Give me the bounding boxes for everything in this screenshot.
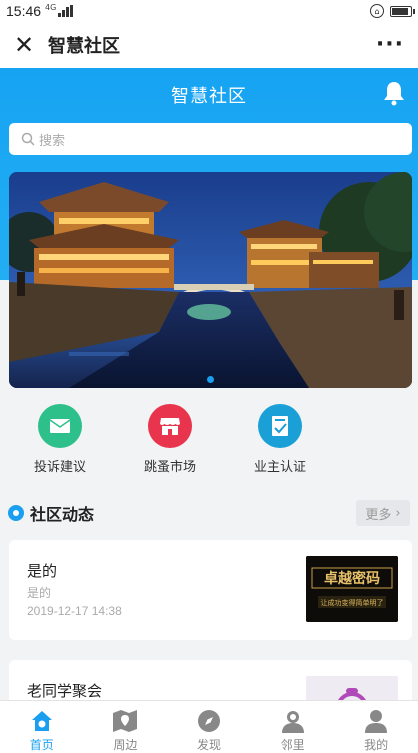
neighbors-icon bbox=[281, 711, 304, 733]
quick-action-label: 投诉建议 bbox=[33, 460, 86, 475]
tab-nearby[interactable]: 周边 bbox=[84, 701, 168, 753]
quick-action-flea-market[interactable]: 跳蚤市场 bbox=[120, 404, 220, 484]
tab-home[interactable]: 首页 bbox=[0, 701, 84, 753]
tab-label: 首页 bbox=[29, 738, 54, 752]
more-button[interactable]: 更多 › bbox=[356, 500, 410, 526]
quick-actions: 投诉建议 跳蚤市场 业主认证 bbox=[0, 404, 418, 484]
map-icon bbox=[113, 710, 138, 732]
chevron-right-icon: › bbox=[395, 505, 401, 521]
quick-action-owner-verify[interactable]: 业主认证 bbox=[230, 404, 330, 484]
tab-label: 邻里 bbox=[280, 738, 305, 752]
tab-neighbors[interactable]: 邻里 bbox=[251, 701, 335, 753]
title-bar: ✕ 智慧社区 ··· bbox=[0, 22, 418, 68]
banner-image bbox=[9, 172, 412, 388]
section-title: 社区动态 bbox=[30, 505, 95, 524]
header-title: 智慧社区 bbox=[171, 86, 247, 107]
signal-icon bbox=[58, 5, 74, 17]
status-bar: 15:46 4G ⌂ bbox=[0, 0, 418, 22]
more-button-label: 更多 bbox=[365, 507, 392, 523]
tab-bar: 首页 周边 发现 邻里 我的 bbox=[0, 700, 418, 753]
search-icon bbox=[21, 132, 35, 146]
quick-action-complaints[interactable]: 投诉建议 bbox=[10, 404, 110, 484]
tab-discover[interactable]: 发现 bbox=[167, 701, 251, 753]
more-dots-icon[interactable]: ··· bbox=[376, 34, 404, 56]
section-header: 社区动态 更多 › bbox=[0, 494, 418, 532]
thumb-title: 卓越密码 bbox=[324, 570, 380, 587]
certificate-icon bbox=[258, 404, 302, 448]
user-icon bbox=[365, 710, 388, 733]
home-icon bbox=[31, 711, 52, 731]
feed-summary: 是的 bbox=[27, 586, 52, 600]
quick-action-label: 业主认证 bbox=[253, 460, 306, 475]
alarm-icon: ⌂ bbox=[370, 4, 384, 18]
close-icon[interactable]: ✕ bbox=[14, 33, 36, 57]
feed-card[interactable]: 是的 是的 2019-12-17 14:38 卓越密码 让成功变得简单明了 bbox=[9, 540, 412, 640]
tab-label: 我的 bbox=[364, 738, 389, 752]
network-type: 4G bbox=[45, 2, 57, 12]
feed-thumbnail: 卓越密码 让成功变得简单明了 bbox=[306, 556, 398, 622]
carousel-dot[interactable] bbox=[207, 376, 214, 383]
compass-icon bbox=[197, 710, 220, 732]
feed-title: 是的 bbox=[27, 562, 58, 580]
feed-date: 2019-12-17 14:38 bbox=[27, 604, 122, 618]
shop-icon bbox=[148, 404, 192, 448]
search-placeholder: 搜索 bbox=[39, 133, 66, 149]
location-pin-icon bbox=[8, 505, 24, 521]
mail-icon bbox=[38, 404, 82, 448]
tab-mine[interactable]: 我的 bbox=[334, 701, 418, 753]
search-input[interactable]: 搜索 bbox=[9, 123, 412, 155]
quick-action-label: 跳蚤市场 bbox=[143, 460, 196, 475]
tab-label: 发现 bbox=[196, 738, 221, 752]
tab-label: 周边 bbox=[113, 738, 138, 752]
feed-title: 老同学聚会 bbox=[27, 682, 103, 700]
page-title: 智慧社区 bbox=[48, 36, 120, 57]
battery-icon bbox=[390, 5, 415, 17]
status-time: 15:46 bbox=[6, 3, 42, 19]
thumb-subtitle: 让成功变得简单明了 bbox=[321, 598, 384, 607]
bell-icon[interactable] bbox=[382, 80, 406, 106]
banner-carousel[interactable] bbox=[9, 172, 412, 388]
